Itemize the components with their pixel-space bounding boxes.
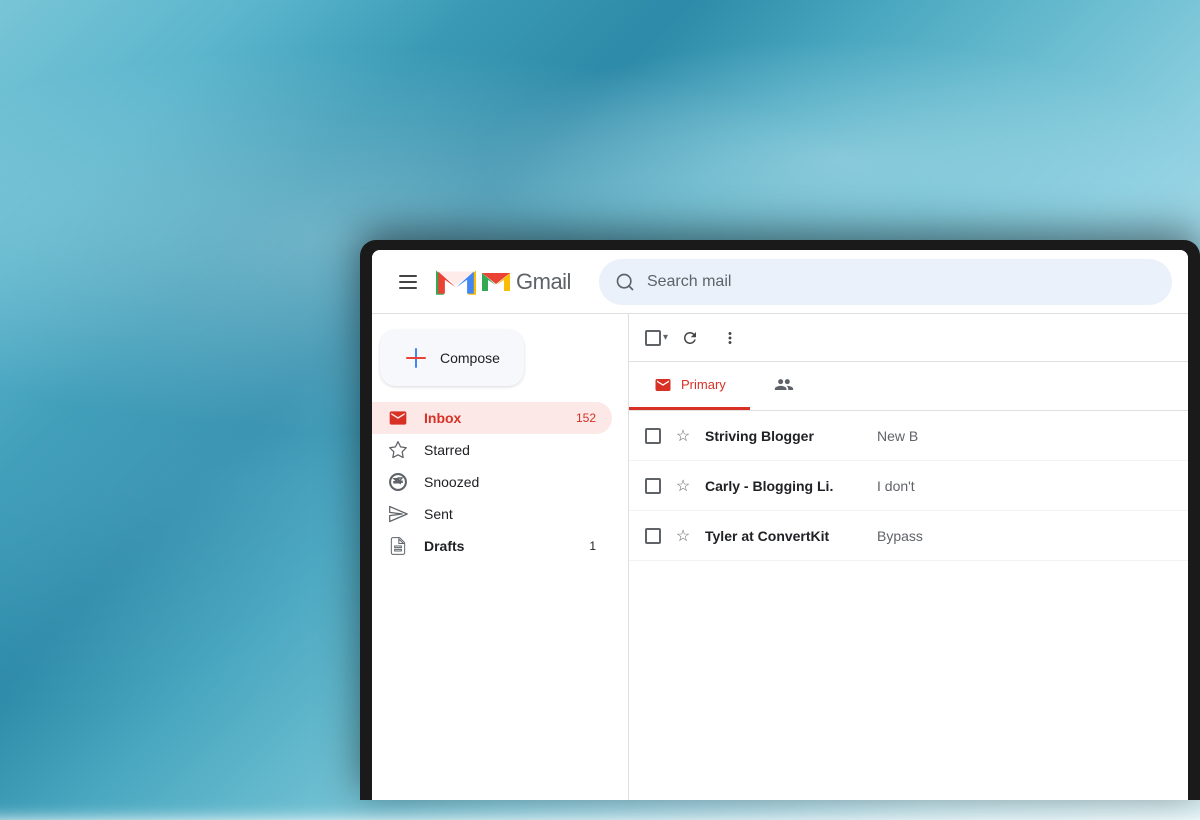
email-sender-3: Tyler at ConvertKit (705, 528, 865, 544)
drafts-label: Drafts (424, 538, 573, 554)
search-placeholder-text: Search mail (647, 273, 731, 291)
sent-icon (388, 504, 408, 524)
hamburger-menu-button[interactable] (388, 262, 428, 302)
hamburger-line-3 (399, 287, 417, 289)
email-checkbox-2[interactable] (645, 478, 661, 494)
select-all-wrapper[interactable]: ▾ (645, 330, 668, 346)
search-icon (615, 272, 635, 292)
hamburger-line-1 (399, 275, 417, 277)
inbox-count: 152 (576, 411, 596, 425)
email-checkbox-3[interactable] (645, 528, 661, 544)
device-frame: Gmail Search mail Compose (360, 240, 1200, 800)
compose-plus-icon (404, 346, 428, 370)
starred-label: Starred (424, 442, 596, 458)
gmail-interface: Gmail Search mail Compose (372, 250, 1188, 800)
email-star-3[interactable]: ☆ (673, 526, 693, 546)
screen-bezel: Gmail Search mail Compose (372, 250, 1188, 800)
gmail-body: Compose Inbox 152 (372, 314, 1188, 800)
email-sender-2: Carly - Blogging Li. (705, 478, 865, 494)
email-row[interactable]: ☆ Carly - Blogging Li. I don't (629, 461, 1188, 511)
social-tab-icon (774, 375, 794, 395)
gmail-header: Gmail Search mail (372, 250, 1188, 314)
drafts-count: 1 (589, 539, 596, 553)
hamburger-line-2 (399, 281, 417, 283)
sidebar: Compose Inbox 152 (372, 314, 628, 800)
search-bar[interactable]: Search mail (599, 259, 1172, 305)
email-preview-3: Bypass (877, 528, 1172, 544)
tabs-bar: Primary (629, 362, 1188, 411)
drafts-icon (388, 536, 408, 556)
primary-tab-icon (653, 375, 673, 395)
gmail-icon (480, 270, 512, 294)
email-preview-1: New B (877, 428, 1172, 444)
main-content: ▾ (628, 314, 1188, 800)
email-star-1[interactable]: ☆ (673, 426, 693, 446)
tab-primary[interactable]: Primary (629, 362, 750, 410)
select-dropdown-arrow[interactable]: ▾ (663, 332, 668, 343)
sidebar-item-drafts[interactable]: Drafts 1 (372, 530, 612, 562)
inbox-icon (388, 408, 408, 428)
email-star-2[interactable]: ☆ (673, 476, 693, 496)
snoozed-icon (388, 472, 408, 492)
star-icon (388, 440, 408, 460)
sidebar-item-starred[interactable]: Starred (372, 434, 612, 466)
email-sender-1: Striving Blogger (705, 428, 865, 444)
compose-label: Compose (440, 350, 500, 366)
sidebar-item-snoozed[interactable]: Snoozed (372, 466, 612, 498)
refresh-button[interactable] (672, 320, 708, 356)
email-checkbox-1[interactable] (645, 428, 661, 444)
more-options-button[interactable] (712, 320, 748, 356)
sidebar-item-inbox[interactable]: Inbox 152 (372, 402, 612, 434)
select-all-checkbox[interactable] (645, 330, 661, 346)
gmail-m-icon (436, 267, 476, 297)
compose-button[interactable]: Compose (380, 330, 524, 386)
email-row[interactable]: ☆ Striving Blogger New B (629, 411, 1188, 461)
primary-tab-label: Primary (681, 377, 726, 392)
tab-social[interactable] (750, 362, 818, 410)
email-row[interactable]: ☆ Tyler at ConvertKit Bypass (629, 511, 1188, 561)
gmail-logo: Gmail (436, 267, 571, 297)
inbox-label: Inbox (424, 410, 560, 426)
email-preview-2: I don't (877, 478, 1172, 494)
sent-label: Sent (424, 506, 596, 522)
snoozed-label: Snoozed (424, 474, 596, 490)
toolbar: ▾ (629, 314, 1188, 362)
email-list: ☆ Striving Blogger New B ☆ Carly - Blogg… (629, 411, 1188, 800)
gmail-wordmark: Gmail (516, 269, 571, 295)
sidebar-item-sent[interactable]: Sent (372, 498, 612, 530)
